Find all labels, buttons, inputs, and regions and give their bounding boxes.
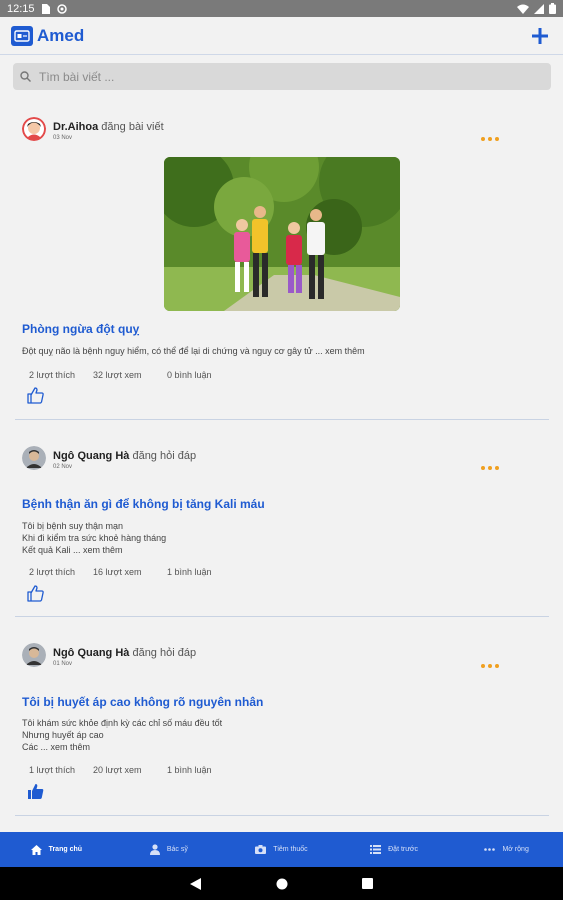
post-card[interactable]: Ngô Quang Hà đăng hỏi đáp 01 Nov Tôi bị … (15, 617, 549, 816)
post-date: 03 Nov (53, 135, 73, 141)
dot-icon (495, 664, 499, 668)
nav-item-home[interactable]: Trang chủ (0, 844, 113, 855)
post-excerpt: Đột quỵ não là bệnh nguy hiểm, có thể để… (22, 345, 365, 357)
nav-item-doctor[interactable]: Bác sỹ (113, 844, 226, 855)
system-navigation-bar (0, 867, 563, 900)
status-bar: 12:15 (0, 0, 563, 17)
nav-label: Mở rộng (502, 846, 529, 853)
post-options-button[interactable] (481, 466, 499, 470)
post-excerpt: Tôi bị bệnh suy thận mạn Khi đi kiểm tra… (22, 520, 166, 556)
nav-label: Trang chủ (48, 846, 83, 853)
post-excerpt-line: Tôi bị bệnh suy thận mạn (22, 521, 124, 531)
comment-count: 1 bình luận (167, 765, 212, 775)
post-author[interactable]: Ngô Quang Hà (53, 450, 129, 462)
nav-label: Bác sỹ (166, 846, 188, 853)
post-author[interactable]: Dr.Aihoa (53, 121, 98, 133)
more-icon (484, 848, 496, 851)
home-button-icon[interactable] (276, 878, 288, 890)
thumbs-up-outline-icon (27, 387, 44, 404)
thumbs-up-outline-icon (27, 585, 44, 602)
post-image[interactable] (164, 157, 400, 311)
post-stats: 2 lượt thích 32 lượt xem 0 bình luận (29, 370, 212, 380)
comment-count: 0 bình luận (167, 370, 212, 380)
post-stats: 2 lượt thích 16 lượt xem 1 bình luận (29, 567, 212, 577)
search-input[interactable] (39, 69, 519, 84)
post-excerpt: Tôi khám sức khỏe định kỳ các chỉ số máu… (22, 717, 222, 753)
status-time: 12:15 (7, 2, 35, 15)
nav-item-injection[interactable]: Tiêm thuốc (225, 845, 338, 854)
thumbs-up-filled-icon (28, 784, 44, 799)
dot-icon (495, 466, 499, 470)
back-icon[interactable] (190, 877, 202, 890)
like-button[interactable] (27, 585, 45, 603)
post-options-button[interactable] (481, 664, 499, 668)
dot-icon (481, 466, 485, 470)
dot-icon (488, 664, 492, 668)
view-count: 20 lượt xem (93, 765, 142, 775)
post-card[interactable]: Ngô Quang Hà đăng hỏi đáp 02 Nov Bệnh th… (15, 420, 549, 617)
post-action: đăng hỏi đáp (132, 450, 197, 462)
dot-icon (481, 137, 485, 141)
nav-label: Đặt trước (388, 846, 419, 853)
post-action: đăng hỏi đáp (132, 647, 197, 659)
home-icon (30, 844, 42, 855)
post-card[interactable]: Dr.Aihoa đăng bài viết 03 Nov Phòng ngừa… (15, 100, 549, 420)
nav-item-more[interactable]: Mở rộng (450, 846, 563, 853)
bottom-navigation: Trang chủ Bác sỹ Tiêm thuốc Đặt trước Mở… (0, 832, 563, 867)
post-excerpt-line: Kết quả Kali ... xem thêm (22, 545, 123, 555)
app-logo-icon (11, 25, 33, 46)
wifi-icon (517, 4, 529, 14)
post-excerpt-line: Khi đi kiểm tra sức khoẻ hàng tháng (22, 533, 167, 543)
comment-count: 1 bình luận (167, 567, 212, 577)
post-author[interactable]: Ngô Quang Hà (53, 647, 129, 659)
view-count: 16 lượt xem (93, 567, 142, 577)
post-title[interactable]: Bệnh thận ăn gì để không bị tăng Kali má… (22, 497, 265, 511)
user-avatar (22, 643, 46, 667)
camera-icon (255, 845, 267, 854)
post-excerpt-line: Tôi khám sức khỏe định kỳ các chỉ số máu… (22, 718, 223, 728)
nav-label: Tiêm thuốc (273, 846, 308, 853)
like-button[interactable] (27, 783, 45, 801)
post-excerpt-line: Nhưng huyết áp cao (22, 730, 104, 740)
search-icon (20, 71, 31, 82)
app-title: Amed (37, 25, 85, 45)
post-options-button[interactable] (481, 137, 499, 141)
user-avatar (22, 446, 46, 470)
dot-icon (495, 137, 499, 141)
battery-icon (549, 3, 556, 14)
like-count: 2 lượt thích (29, 567, 75, 577)
post-title[interactable]: Phòng ngừa đột quỵ (22, 322, 139, 336)
recents-icon[interactable] (362, 878, 373, 889)
post-stats: 1 lượt thích 20 lượt xem 1 bình luận (29, 765, 212, 775)
post-excerpt-line: Các ... xem thêm (22, 742, 91, 752)
nav-item-booking[interactable]: Đặt trước (338, 845, 451, 854)
dot-icon (488, 137, 492, 141)
like-count: 2 lượt thích (29, 370, 75, 380)
post-date: 02 Nov (53, 464, 73, 470)
plus-icon (532, 27, 548, 44)
like-count: 1 lượt thích (29, 765, 75, 775)
post-feed: Dr.Aihoa đăng bài viết 03 Nov Phòng ngừa… (15, 100, 549, 816)
view-count: 32 lượt xem (93, 370, 142, 380)
post-title[interactable]: Tôi bị huyết áp cao không rõ nguyên nhân (22, 695, 263, 709)
dot-icon (488, 466, 492, 470)
like-button[interactable] (27, 387, 45, 405)
doctor-icon (149, 844, 160, 855)
app-bar: Amed (0, 17, 563, 55)
search-bar[interactable] (13, 63, 551, 90)
signal-icon (534, 3, 544, 14)
sim-card-icon (41, 3, 50, 14)
dot-icon (481, 664, 485, 668)
doctor-avatar (22, 117, 46, 141)
post-action: đăng bài viết (101, 121, 164, 133)
add-post-button[interactable] (528, 24, 552, 48)
post-excerpt-line: Đột quỵ não là bệnh nguy hiểm, có thể để… (22, 346, 365, 356)
post-date: 01 Nov (53, 661, 73, 667)
list-icon (370, 845, 382, 854)
circle-status-icon (56, 3, 67, 14)
